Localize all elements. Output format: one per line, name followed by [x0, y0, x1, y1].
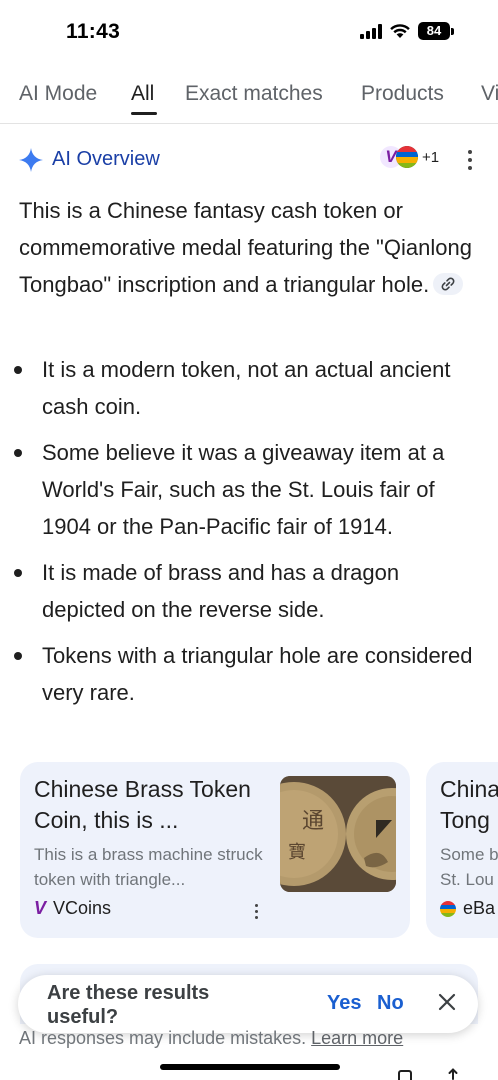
status-bar: 11:43 84 [0, 0, 498, 64]
card-source-name: eBa [463, 898, 496, 918]
ai-overview-bullets: It is a modern token, not an actual anci… [14, 351, 481, 720]
intro-text: This is a Chinese fantasy cash token or … [19, 198, 472, 297]
source-card[interactable]: Chinese Brass Token Coin, this is ... Th… [20, 762, 410, 938]
battery-icon: 84 [418, 22, 454, 40]
more-options-icon[interactable] [468, 150, 472, 170]
card-title: China Tong [440, 776, 498, 833]
status-icons: 84 [360, 22, 454, 40]
feedback-question: Are these results useful? [47, 982, 210, 1028]
feedback-yes-button[interactable]: Yes [327, 992, 361, 1015]
wifi-icon [390, 24, 410, 38]
source-cards-carousel[interactable]: Chinese Brass Token Coin, this is ... Th… [20, 762, 498, 938]
card-source-name: VCoins [53, 898, 112, 918]
card-source: V VCoins [34, 898, 111, 919]
bullet-item: Some believe it was a giveaway item at a… [14, 434, 481, 545]
ai-overview-intro: This is a Chinese fantasy cash token or … [19, 192, 481, 303]
share-icon[interactable] [446, 1068, 460, 1080]
citation-link-chip[interactable] [433, 273, 464, 296]
battery-level: 84 [418, 22, 450, 40]
bullet-item: It is a modern token, not an actual anci… [14, 351, 481, 425]
ebay-logo-icon [440, 900, 456, 917]
close-icon[interactable] [438, 993, 456, 1011]
feedback-no-button[interactable]: No [377, 992, 404, 1015]
svg-text:通: 通 [302, 809, 324, 834]
card-more-options-icon[interactable] [255, 904, 258, 919]
tab-all[interactable]: All [131, 82, 154, 106]
feedback-bar: Are these results useful? Yes No [18, 975, 478, 1033]
disclaimer-text: AI responses may include mistakes. [19, 1028, 307, 1048]
card-title: Chinese Brass Token Coin, this is ... [34, 776, 251, 833]
more-sources-count: +1 [422, 148, 440, 166]
cellular-signal-icon [360, 23, 382, 39]
tab-ai-mode[interactable]: AI Mode [19, 82, 97, 106]
card-source: eBa [440, 898, 495, 919]
vcoins-logo-icon: V [34, 898, 47, 918]
tab-exact-matches[interactable]: Exact matches [185, 82, 323, 106]
card-snippet: Some b St. Lou [440, 845, 498, 889]
home-indicator[interactable] [160, 1064, 340, 1070]
source-avatars[interactable]: V +1 [380, 146, 439, 168]
learn-more-link[interactable]: Learn more [311, 1028, 403, 1048]
ai-disclaimer: AI responses may include mistakes. Learn… [19, 1028, 403, 1049]
bullet-item: It is made of brass and has a dragon dep… [14, 554, 481, 628]
coin-thumbnail-image: 通 寶 [280, 776, 396, 892]
source-card[interactable]: China Tong Some b St. Lou eBa [426, 762, 498, 938]
search-tabs: AI Mode All Exact matches Products Vi [0, 70, 498, 124]
bullet-item: Tokens with a triangular hole are consid… [14, 637, 481, 711]
ai-overview-header: AI Overview V +1 [18, 146, 480, 174]
tab-switcher-icon[interactable] [398, 1070, 412, 1080]
active-tab-indicator [131, 112, 157, 115]
tab-products[interactable]: Products [361, 82, 444, 106]
ai-overview-title: AI Overview [52, 148, 160, 170]
svg-text:寶: 寶 [288, 842, 306, 863]
card-snippet: This is a brass machine struck token wit… [34, 845, 263, 889]
sparkle-icon [19, 148, 43, 172]
status-time: 11:43 [66, 20, 121, 43]
link-icon [441, 277, 455, 291]
tab-videos[interactable]: Vi [481, 82, 498, 106]
ebay-logo-icon [396, 146, 418, 168]
